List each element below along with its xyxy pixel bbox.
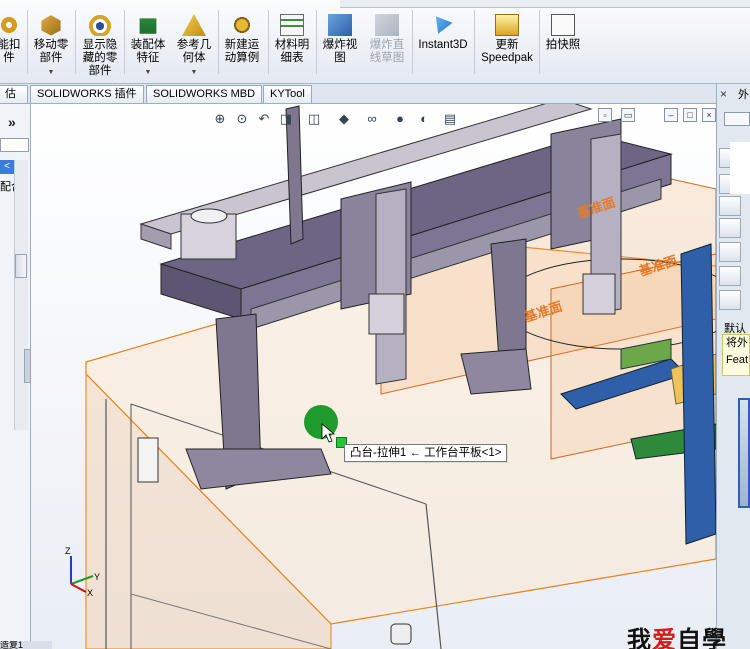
- right-column-foot: [460, 348, 532, 395]
- reference-geometry-icon: [182, 14, 206, 36]
- section-view-icon[interactable]: ◨: [278, 111, 294, 127]
- explode-line-icon: [375, 14, 399, 36]
- blue-frame: [680, 243, 716, 545]
- exploded-view-icon: [328, 14, 352, 36]
- appearance-tree[interactable]: [730, 142, 750, 194]
- triad-x-label: X: [87, 588, 93, 598]
- expand-panel-icon[interactable]: »: [8, 114, 16, 130]
- gear-icon: [0, 14, 21, 36]
- solidworks-window: 能扣 件 移动零 部件 ▼ 显示隐 藏的零 部件 装配体 特征 ▼ 参考几 何体…: [0, 0, 750, 649]
- motion-study-icon: [230, 14, 254, 36]
- tab-kytool[interactable]: KYTool: [263, 85, 312, 103]
- tab-evaluate[interactable]: 估: [0, 85, 28, 103]
- ribbon-separator: [474, 10, 475, 74]
- zoom-to-area-icon[interactable]: ⊙: [234, 111, 250, 127]
- tree-scrollbar[interactable]: [14, 160, 28, 430]
- view-settings-icon[interactable]: ▤: [442, 111, 458, 127]
- assembly-feature-button[interactable]: 装配体 特征 ▼: [127, 10, 169, 80]
- explode-line-sketch-button[interactable]: 爆炸直 线草图: [365, 10, 409, 80]
- bom-icon: [280, 14, 304, 36]
- cabinet-hinge: [137, 437, 159, 483]
- back-forward-buttons[interactable]: [724, 112, 750, 126]
- ribbon-separator: [218, 10, 219, 74]
- chevron-down-icon[interactable]: ▼: [30, 66, 72, 79]
- graphics-area[interactable]: 基准面 基准面 基准面 Z Y X ⊕ ⊙ ↶ ◨ ◫ ◆ ∞ ● ◐ ▤ ▫ …: [31, 104, 716, 649]
- speedpak-icon: [495, 14, 519, 36]
- triad-z-axis: [70, 583, 87, 593]
- triad-y-label: Y: [94, 572, 100, 582]
- exploded-view-button[interactable]: 爆炸视 图: [319, 10, 361, 80]
- chevron-down-icon[interactable]: ▼: [173, 66, 215, 79]
- task-pane-title: 外: [738, 89, 749, 101]
- chevron-down-icon[interactable]: ▼: [127, 66, 169, 79]
- triad-z-label: Z: [65, 546, 71, 556]
- selection-tooltip: 凸台-拉伸1 ← 工作台平板<1>: [344, 444, 508, 462]
- update-speedpak-button[interactable]: 更新 Speedpak: [477, 10, 537, 80]
- ribbon-separator: [268, 10, 269, 74]
- custom-properties-icon[interactable]: [719, 266, 741, 286]
- close-viewport-icon[interactable]: ×: [702, 108, 716, 122]
- note-line: 将外: [726, 337, 748, 349]
- ribbon-top-strip: [340, 0, 750, 8]
- assembly-feature-icon: [139, 18, 157, 34]
- tile-viewport-icon[interactable]: ▭: [621, 108, 635, 122]
- tree-item-selected[interactable]: <: [0, 160, 14, 174]
- assembly-model-view: 基准面 基准面 基准面 Z Y X: [65, 104, 716, 649]
- snapshot-button[interactable]: 拍快照: [541, 10, 585, 80]
- z-actuator-left: [375, 188, 407, 385]
- restore-viewport-icon[interactable]: ▫: [598, 108, 612, 122]
- ribbon-separator: [124, 10, 125, 74]
- cabinet-knob: [390, 623, 412, 645]
- task-pane-note: 将外 Feat: [722, 334, 750, 376]
- edit-appearance-icon[interactable]: ●: [392, 111, 408, 127]
- zoom-to-fit-icon[interactable]: ⊕: [212, 111, 228, 127]
- ribbon-separator: [316, 10, 317, 74]
- view-palette-icon[interactable]: [719, 218, 741, 238]
- gripper-left: [368, 293, 405, 335]
- ribbon-separator: [27, 10, 28, 74]
- minimize-viewport-icon[interactable]: –: [664, 108, 678, 122]
- eye-icon: [88, 14, 112, 36]
- move-part-icon: [41, 15, 61, 36]
- command-manager-tabs: 估 SOLIDWORKS 插件 SOLIDWORKS MBD KYTool: [0, 84, 750, 104]
- feature-filter-input[interactable]: [0, 138, 29, 152]
- reference-geometry-button[interactable]: 参考几 何体 ▼: [173, 10, 215, 80]
- snapshot-icon: [551, 14, 575, 36]
- panel-splitter-handle[interactable]: [24, 349, 31, 383]
- motor-flange: [190, 208, 228, 224]
- watermark-suffix: 自學: [677, 625, 727, 649]
- command-manager-ribbon: 能扣 件 移动零 部件 ▼ 显示隐 藏的零 部件 装配体 特征 ▼ 参考几 何体…: [0, 0, 750, 84]
- instant3d-icon: [435, 16, 453, 34]
- tab-solidworks-mbd[interactable]: SOLIDWORKS MBD: [146, 85, 263, 103]
- view-orientation-icon[interactable]: ◫: [306, 111, 322, 127]
- close-icon[interactable]: ×: [720, 87, 727, 101]
- previous-view-icon[interactable]: ↶: [256, 111, 272, 127]
- bill-of-materials-button[interactable]: 材料明 细表: [271, 10, 313, 80]
- maximize-viewport-icon[interactable]: □: [683, 108, 697, 122]
- apply-scene-icon[interactable]: ◐: [416, 111, 432, 127]
- watermark-prefix: 我: [627, 625, 652, 649]
- file-explorer-icon[interactable]: [719, 196, 741, 216]
- status-bar-text: 造复1: [0, 641, 52, 649]
- instant3d-button[interactable]: Instant3D: [414, 10, 472, 80]
- new-motion-study-button[interactable]: 新建运 动算例: [221, 10, 263, 80]
- appearances-icon[interactable]: [719, 242, 741, 262]
- tree-scrollbar-thumb[interactable]: [15, 254, 27, 278]
- ribbon-separator: [75, 10, 76, 74]
- ribbon-separator: [412, 10, 413, 74]
- hide-show-items-icon[interactable]: ∞: [364, 111, 380, 127]
- note-line: Feat: [726, 354, 749, 366]
- feature-manager-panel: » < 配合: [0, 104, 31, 649]
- watermark-highlight: 爱: [652, 625, 677, 649]
- solidworks-forum-icon[interactable]: [719, 290, 741, 310]
- move-component-button[interactable]: 移动零 部件 ▼: [30, 10, 72, 80]
- ribbon-separator: [539, 10, 540, 74]
- show-hidden-components-button[interactable]: 显示隐 藏的零 部件: [78, 10, 122, 80]
- smart-fastener-button[interactable]: 能扣 件: [0, 10, 24, 80]
- display-style-icon[interactable]: ◆: [336, 111, 352, 127]
- watermark: 我爱自學: [627, 620, 727, 649]
- tab-solidworks-addins[interactable]: SOLIDWORKS 插件: [30, 85, 144, 103]
- appearance-thumbnail[interactable]: [738, 398, 750, 508]
- gripper-right: [582, 273, 616, 315]
